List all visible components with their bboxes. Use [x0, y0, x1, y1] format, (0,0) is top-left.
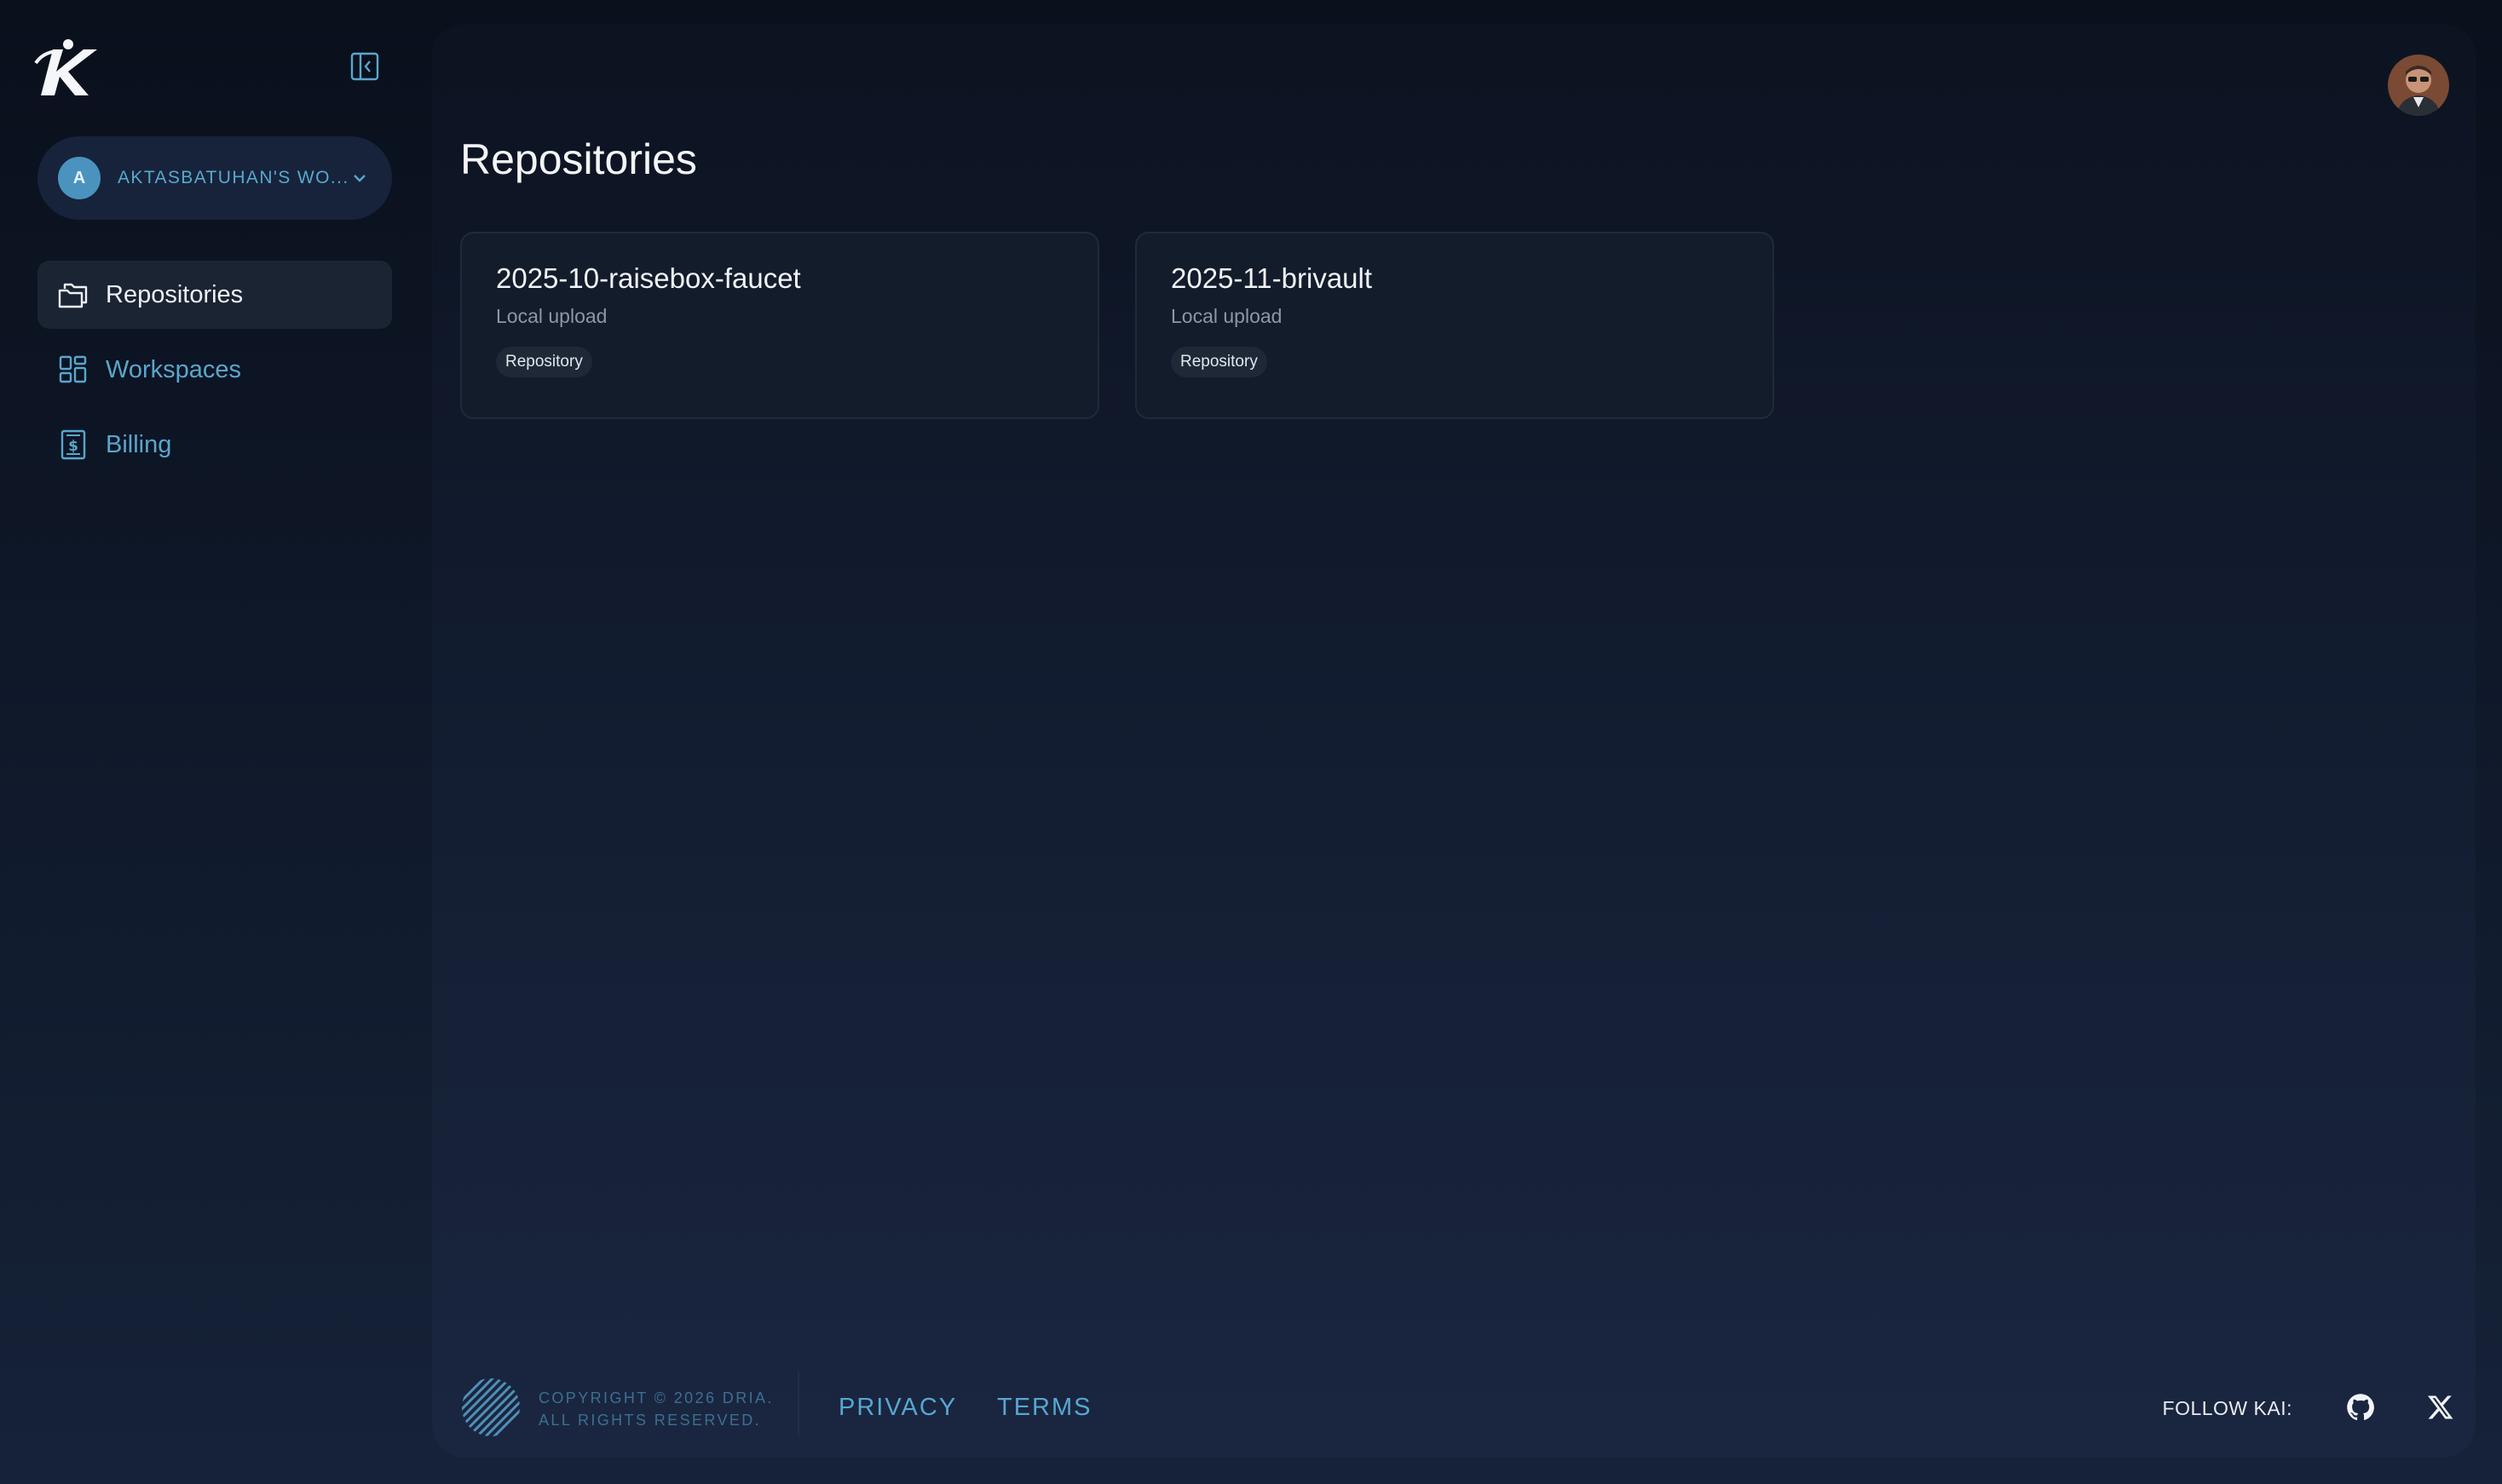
svg-text:$: $: [68, 438, 78, 455]
privacy-link[interactable]: PRIVACY: [839, 1394, 957, 1422]
user-avatar[interactable]: [2388, 55, 2449, 116]
sidebar-item-workspaces[interactable]: Workspaces: [37, 336, 392, 404]
sidebar-item-label: Repositories: [106, 280, 244, 308]
footer-divider: [798, 1372, 799, 1436]
copyright-text: COPYRIGHT © 2026 DRIA. ALL RIGHTS RESERV…: [539, 1387, 774, 1431]
workspace-switcher[interactable]: A AKTASBATUHAN'S WO...: [37, 136, 392, 220]
github-icon[interactable]: [2342, 1389, 2379, 1426]
chevron-down-icon: [349, 168, 370, 188]
folders-icon: [56, 278, 90, 312]
repository-card[interactable]: 2025-11-brivault Local upload Repository: [1135, 232, 1774, 419]
kai-logo-icon[interactable]: [34, 37, 106, 99]
x-icon[interactable]: [2422, 1389, 2459, 1426]
repository-type-badge: Repository: [1171, 347, 1267, 377]
sidebar-collapse-icon: [350, 52, 379, 84]
terms-link[interactable]: TERMS: [997, 1394, 1092, 1422]
copyright-line: ALL RIGHTS RESERVED.: [539, 1412, 762, 1429]
sidebar-item-label: Workspaces: [106, 355, 242, 383]
sidebar-nav: Repositories Workspaces $ Billing: [37, 261, 392, 486]
repository-card[interactable]: 2025-10-raisebox-faucet Local upload Rep…: [460, 232, 1099, 419]
workspace-name: AKTASBATUHAN'S WO...: [118, 168, 349, 187]
footer: COPYRIGHT © 2026 DRIA. ALL RIGHTS RESERV…: [433, 1337, 2475, 1457]
grid-icon: [56, 353, 90, 387]
follow-label: FOLLOW KAI:: [2162, 1397, 2292, 1419]
repository-list: 2025-10-raisebox-faucet Local upload Rep…: [460, 232, 1774, 419]
page-title: Repositories: [460, 135, 697, 183]
repository-name: 2025-10-raisebox-faucet: [496, 262, 801, 294]
sidebar-item-repositories[interactable]: Repositories: [37, 261, 392, 329]
sidebar-item-label: Billing: [106, 430, 172, 458]
repository-name: 2025-11-brivault: [1171, 262, 1373, 294]
copyright-line: COPYRIGHT © 2026 DRIA.: [539, 1389, 774, 1406]
repository-source: Local upload: [496, 305, 608, 327]
repository-type-badge: Repository: [496, 347, 592, 377]
app-root: A AKTASBATUHAN'S WO... Repositories Work…: [0, 0, 2502, 1484]
sidebar: A AKTASBATUHAN'S WO... Repositories Work…: [0, 0, 433, 1484]
dollar-receipt-icon: $: [56, 428, 90, 462]
repository-source: Local upload: [1171, 305, 1283, 327]
workspace-avatar: A: [58, 157, 101, 199]
sidebar-item-billing[interactable]: $ Billing: [37, 411, 392, 479]
sidebar-collapse-button[interactable]: [344, 51, 385, 85]
dria-logo-icon: [460, 1377, 522, 1438]
main-panel: Repositories 2025-10-raisebox-faucet Loc…: [433, 26, 2475, 1457]
